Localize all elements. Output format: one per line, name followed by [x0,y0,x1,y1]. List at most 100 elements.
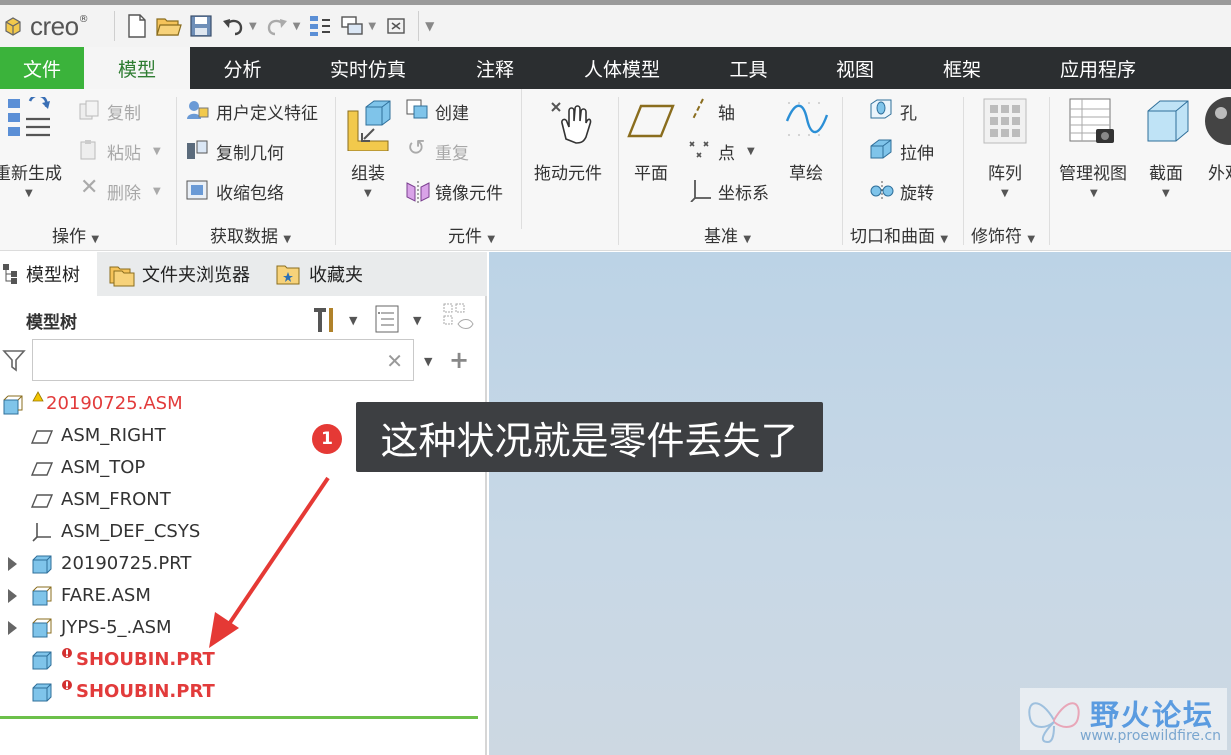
appearance-button[interactable]: 外观 [1208,159,1231,184]
new-file-icon[interactable] [124,13,150,39]
pattern-dropdown-icon[interactable]: ▼ [1001,188,1009,199]
tab-model-tree[interactable]: 模型树 [0,252,97,296]
datum-group-label[interactable]: 基准 ▼ [704,222,751,247]
open-folder-icon[interactable] [156,13,182,39]
show-hide-columns-icon[interactable] [442,302,474,334]
tab-file[interactable]: 文件 [0,47,84,89]
tree-item-missing-part[interactable]: SHOUBIN.PRT [0,676,487,708]
search-dropdown-icon[interactable]: ▼ [424,355,432,368]
tab-favorites-label: 收藏夹 [309,265,363,286]
point-button[interactable]: 点 [718,139,735,164]
creo-logo: creo ® [0,5,108,47]
toolbar-separator [418,11,420,41]
manage-views-icon[interactable] [1068,97,1118,147]
pattern-icon[interactable] [982,97,1028,145]
filter-icon[interactable] [2,348,26,372]
tab-model[interactable]: 模型 [84,47,190,89]
close-window-icon[interactable] [383,13,409,39]
section-dropdown-icon[interactable]: ▼ [1162,188,1170,199]
windows-icon[interactable] [339,13,365,39]
component-group-label[interactable]: 元件 ▼ [448,222,495,247]
plane-button[interactable]: 平面 [634,159,668,184]
undo-icon[interactable] [220,13,246,39]
extrude-button[interactable]: 拉伸 [900,139,934,164]
toolbar-separator [114,11,115,41]
udf-button[interactable]: 用户定义特征 [216,99,318,124]
ribbon-separator [521,89,522,229]
repeat-button[interactable]: 重复 [435,139,469,164]
windows-dropdown-icon[interactable]: ▼ [368,21,376,32]
sketch-button[interactable]: 草绘 [789,159,823,184]
clear-search-icon[interactable]: ✕ [386,349,403,373]
tab-favorites[interactable]: 收藏夹 [275,252,363,296]
undo-dropdown-icon[interactable]: ▼ [249,21,257,32]
axis-button[interactable]: 轴 [718,99,735,124]
regenerate-icon[interactable] [6,97,54,145]
operations-group-label[interactable]: 操作 ▼ [52,222,99,247]
paste-icon [80,140,96,160]
tab-tools[interactable]: 工具 [695,47,802,89]
add-filter-icon[interactable]: + [449,346,469,374]
tree-bottom-indicator [0,716,478,719]
hole-button[interactable]: 孔 [900,99,917,124]
section-icon[interactable] [1144,97,1190,147]
tree-filters-dropdown-icon[interactable]: ▼ [413,314,421,327]
repeat-icon: ↺ [407,136,426,161]
point-dropdown-icon[interactable]: ▼ [747,146,755,157]
get-data-group-label[interactable]: 获取数据 ▼ [210,222,291,247]
pattern-button[interactable]: 阵列 [988,159,1022,184]
delete-button[interactable]: 删除 [107,179,141,204]
plane-icon[interactable] [627,103,675,139]
appearance-icon[interactable] [1203,97,1231,147]
mirror-component-button[interactable]: 镜像元件 [435,179,503,204]
paste-button[interactable]: 粘贴 [107,139,141,164]
regenerate-button[interactable]: 重新生成 [0,159,62,184]
create-button[interactable]: 创建 [435,99,469,124]
tab-view[interactable]: 视图 [802,47,908,89]
graphics-viewport[interactable] [489,252,1231,755]
quick-access-toolbar: creo ® ▼ ▼ ▼ ▼ [0,5,1231,47]
tree-search-input[interactable]: ✕ [32,339,414,381]
expand-icon[interactable] [8,589,17,603]
section-button[interactable]: 截面 [1149,159,1183,184]
assemble-dropdown-icon[interactable]: ▼ [364,188,372,199]
csys-button[interactable]: 坐标系 [718,179,769,204]
customize-toolbar-icon[interactable]: ▼ [425,19,434,33]
revolve-icon [870,181,894,199]
expand-icon[interactable] [8,557,17,571]
tree-settings-dropdown-icon[interactable]: ▼ [349,314,357,327]
tab-live-simulation[interactable]: 实时仿真 [295,47,441,89]
regenerate-small-icon[interactable] [307,13,333,39]
tab-analysis[interactable]: 分析 [190,47,295,89]
tree-settings-icon[interactable] [310,304,338,334]
tab-human-model[interactable]: 人体模型 [549,47,695,89]
assemble-button[interactable]: 组装 [351,159,385,184]
sketch-icon[interactable] [785,99,829,139]
delete-dropdown-icon[interactable]: ▼ [153,186,161,197]
assemble-icon[interactable] [344,97,394,151]
drag-component-button[interactable]: 拖动元件 [534,159,602,184]
cut-surface-group-label[interactable]: 切口和曲面 ▼ [850,222,948,247]
manage-views-button[interactable]: 管理视图 [1059,159,1127,184]
tab-framework[interactable]: 框架 [908,47,1016,89]
expand-icon[interactable] [8,621,17,635]
redo-dropdown-icon[interactable]: ▼ [293,21,301,32]
drag-component-icon[interactable] [548,97,594,145]
save-icon[interactable] [188,13,214,39]
tab-folder-browser[interactable]: 文件夹浏览器 [108,252,250,296]
tab-applications[interactable]: 应用程序 [1016,47,1180,89]
modifiers-group-label[interactable]: 修饰符 ▼ [971,222,1035,247]
tree-filters-icon[interactable] [374,304,402,334]
tab-annotate[interactable]: 注释 [441,47,549,89]
delete-icon: ✕ [80,175,99,200]
revolve-button[interactable]: 旋转 [900,179,934,204]
manage-views-dropdown-icon[interactable]: ▼ [1090,188,1098,199]
shrinkwrap-button[interactable]: 收缩包络 [216,179,284,204]
copy-button[interactable]: 复制 [107,99,141,124]
copy-geometry-button[interactable]: 复制几何 [216,139,284,164]
redo-icon[interactable] [264,13,290,39]
paste-dropdown-icon[interactable]: ▼ [153,146,161,157]
watermark-url: www.proewildfire.cn [1080,728,1222,744]
regenerate-dropdown-icon[interactable]: ▼ [25,188,33,199]
copy-icon [79,100,99,120]
